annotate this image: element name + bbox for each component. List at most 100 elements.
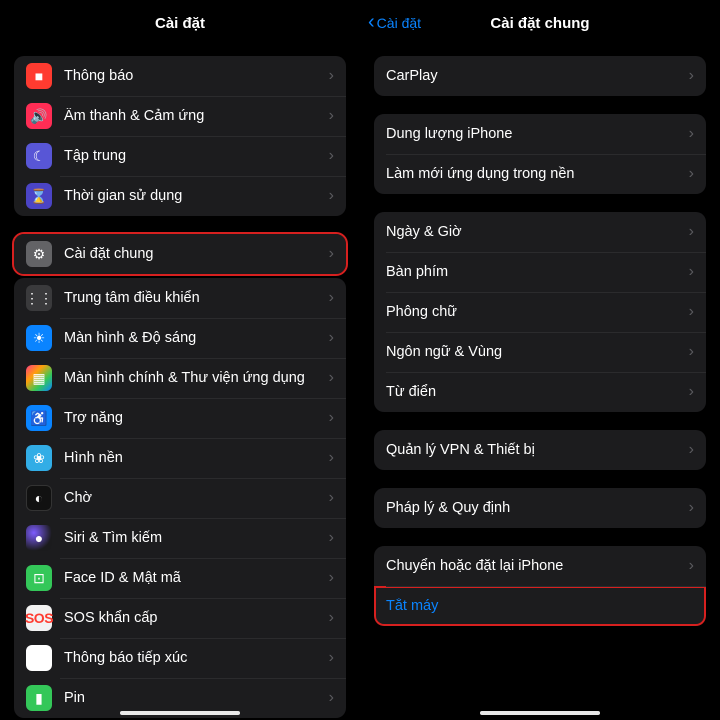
chevron-right-icon: › (329, 649, 334, 667)
row-label: Thời gian sử dụng (64, 188, 323, 204)
chevron-right-icon: › (689, 125, 694, 143)
home-indicator[interactable] (480, 711, 600, 715)
chevron-right-icon: › (329, 369, 334, 387)
row-label: Màn hình & Độ sáng (64, 330, 323, 346)
settings-row[interactable]: Quản lý VPN & Thiết bị › (374, 430, 706, 470)
settings-row[interactable]: Ngày & Giờ › (374, 212, 706, 252)
chevron-right-icon: › (329, 147, 334, 165)
settings-row[interactable]: Chuyển hoặc đặt lại iPhone › (374, 546, 706, 586)
chevron-right-icon: › (329, 329, 334, 347)
sound-icon: 🔊 (26, 103, 52, 129)
chevron-right-icon: › (689, 223, 694, 241)
screentime-icon: ⌛ (26, 183, 52, 209)
settings-row[interactable]: Bàn phím › (374, 252, 706, 292)
back-button[interactable]: ‹ Cài đặt (368, 0, 421, 46)
row-label: Màn hình chính & Thư viện ứng dụng (64, 370, 323, 386)
settings-row[interactable]: Tắt máy (374, 586, 706, 626)
row-label: Cài đặt chung (64, 246, 323, 262)
row-label: CarPlay (386, 68, 683, 84)
settings-row[interactable]: ■ Thông báo › (14, 56, 346, 96)
settings-row[interactable]: ✳ Thông báo tiếp xúc › (14, 638, 346, 678)
row-label: Pin (64, 690, 323, 706)
settings-row[interactable]: Dung lượng iPhone › (374, 114, 706, 154)
settings-row[interactable]: Làm mới ứng dụng trong nền › (374, 154, 706, 194)
row-label: Chờ (64, 490, 323, 506)
accessibility-icon: ♿ (26, 405, 52, 431)
row-label: Ngày & Giờ (386, 224, 683, 240)
home-indicator[interactable] (120, 711, 240, 715)
settings-row[interactable]: ▦ Màn hình chính & Thư viện ứng dụng › (14, 358, 346, 398)
row-label: Thông báo (64, 68, 323, 84)
settings-row[interactable]: 🔊 Âm thanh & Cảm ứng › (14, 96, 346, 136)
row-label: Chuyển hoặc đặt lại iPhone (386, 558, 683, 574)
general-settings-screen: ‹ Cài đặt Cài đặt chung CarPlay›Dung lượ… (360, 0, 720, 720)
page-title: Cài đặt chung (490, 15, 589, 32)
back-label: Cài đặt (377, 15, 421, 31)
row-label: Siri & Tìm kiếm (64, 530, 323, 546)
settings-row[interactable]: CarPlay › (374, 56, 706, 96)
row-label: Tập trung (64, 148, 323, 164)
display-icon: ☀ (26, 325, 52, 351)
battery-icon: ▮ (26, 685, 52, 711)
chevron-right-icon: › (329, 689, 334, 707)
row-label: Tắt máy (386, 598, 694, 614)
chevron-right-icon: › (329, 609, 334, 627)
chevron-right-icon: › (329, 489, 334, 507)
chevron-right-icon: › (329, 107, 334, 125)
settings-row[interactable]: Từ điển› (374, 372, 706, 412)
chevron-right-icon: › (329, 289, 334, 307)
notification-icon: ■ (26, 63, 52, 89)
chevron-right-icon: › (689, 303, 694, 321)
general-icon: ⚙ (26, 241, 52, 267)
wallpaper-icon: ❀ (26, 445, 52, 471)
settings-row[interactable]: ●Siri & Tìm kiếm› (14, 518, 346, 558)
chevron-right-icon: › (689, 67, 694, 85)
row-label: Phông chữ (386, 304, 683, 320)
general-list[interactable]: CarPlay›Dung lượng iPhone›Làm mới ứng dụ… (360, 46, 720, 720)
homescreen-icon: ▦ (26, 365, 52, 391)
chevron-right-icon: › (689, 263, 694, 281)
settings-row[interactable]: Pháp lý & Quy định › (374, 488, 706, 528)
exposure-icon: ✳ (26, 645, 52, 671)
settings-row[interactable]: Phông chữ › (374, 292, 706, 332)
row-label: Âm thanh & Cảm ứng (64, 108, 323, 124)
row-label: Bàn phím (386, 264, 683, 280)
chevron-right-icon: › (329, 569, 334, 587)
chevron-right-icon: › (329, 245, 334, 263)
standby-icon: ◐ (26, 485, 52, 511)
chevron-right-icon: › (329, 409, 334, 427)
settings-row[interactable]: ⚙ Cài đặt chung › (14, 234, 346, 274)
chevron-right-icon: › (689, 343, 694, 361)
chevron-right-icon: › (689, 441, 694, 459)
siri-icon: ● (26, 525, 52, 551)
settings-row[interactable]: ☀ Màn hình & Độ sáng › (14, 318, 346, 358)
settings-row[interactable]: ⌛Thời gian sử dụng› (14, 176, 346, 216)
settings-row[interactable]: ⊡Face ID & Mật mã› (14, 558, 346, 598)
settings-row[interactable]: ◐ Chờ › (14, 478, 346, 518)
row-label: Dung lượng iPhone (386, 126, 683, 142)
control-center-icon: ⋮⋮ (26, 285, 52, 311)
row-label: Làm mới ứng dụng trong nền (386, 166, 683, 182)
chevron-right-icon: › (689, 557, 694, 575)
chevron-right-icon: › (689, 499, 694, 517)
row-label: Từ điển (386, 384, 683, 400)
chevron-right-icon: › (329, 449, 334, 467)
row-label: Trung tâm điều khiển (64, 290, 323, 306)
settings-row[interactable]: Ngôn ngữ & Vùng› (374, 332, 706, 372)
row-label: Face ID & Mật mã (64, 570, 323, 586)
row-label: Thông báo tiếp xúc (64, 650, 323, 666)
settings-row[interactable]: ❀Hình nền› (14, 438, 346, 478)
row-label: Quản lý VPN & Thiết bị (386, 442, 683, 458)
chevron-right-icon: › (689, 165, 694, 183)
chevron-left-icon: ‹ (368, 12, 375, 32)
chevron-right-icon: › (329, 67, 334, 85)
settings-row[interactable]: ☾ Tập trung › (14, 136, 346, 176)
settings-row[interactable]: ⋮⋮ Trung tâm điều khiển › (14, 278, 346, 318)
focus-icon: ☾ (26, 143, 52, 169)
row-label: Pháp lý & Quy định (386, 500, 683, 516)
navbar-left: Cài đặt (0, 0, 360, 46)
settings-row[interactable]: SOSSOS khẩn cấp› (14, 598, 346, 638)
settings-screen: Cài đặt ■Thông báo›🔊Âm thanh & Cảm ứng›☾… (0, 0, 360, 720)
settings-list[interactable]: ■ Thông báo › 🔊 Âm thanh & Cảm ứng › ☾ Tập trun… (0, 46, 360, 720)
settings-row[interactable]: ♿Trợ năng› (14, 398, 346, 438)
